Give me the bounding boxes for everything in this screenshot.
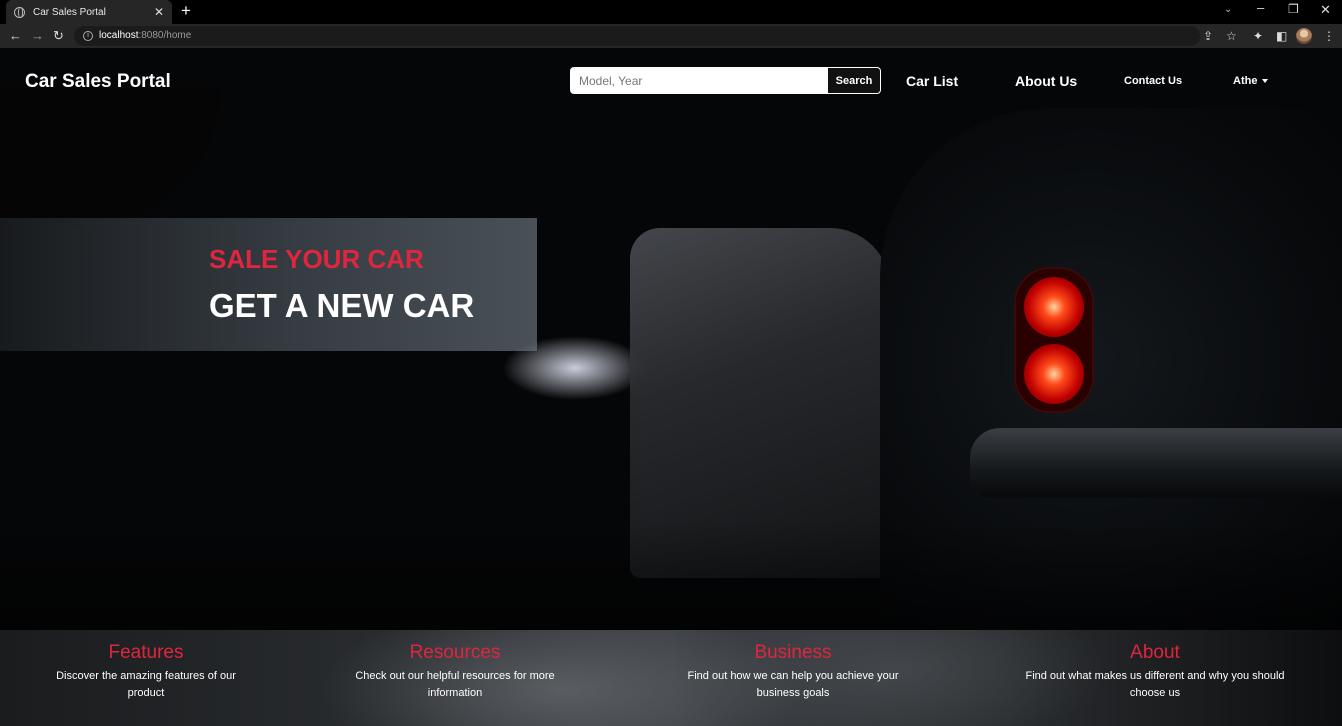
nav-car-list[interactable]: Car List — [906, 73, 958, 89]
nav-about-us[interactable]: About Us — [1015, 73, 1077, 89]
minimize-icon[interactable]: – — [1257, 0, 1264, 15]
hero-heading-buy: GET A NEW CAR — [209, 287, 475, 324]
info-features: Features Discover the amazing features o… — [46, 642, 246, 702]
side-panel-icon[interactable]: ◧ — [1276, 28, 1287, 44]
reload-icon[interactable]: ↻ — [53, 28, 64, 44]
info-about: About Find out what makes us different a… — [1014, 642, 1296, 702]
info-business-title[interactable]: Business — [680, 642, 906, 664]
info-resources: Resources Check out our helpful resource… — [346, 642, 564, 702]
search-button[interactable]: Search — [828, 67, 881, 94]
taillight-lamp — [1024, 277, 1084, 337]
background-car-silhouette — [0, 88, 220, 228]
info-business: Business Find out how we can help you ac… — [680, 642, 906, 702]
extensions-icon[interactable]: ✦ — [1253, 28, 1263, 44]
close-icon[interactable]: ✕ — [154, 6, 164, 18]
hero-heading-sale: SALE YOUR CAR — [209, 244, 424, 274]
info-resources-text: Check out our helpful resources for more… — [355, 670, 555, 699]
search-form: Search — [570, 67, 881, 94]
window-close-icon[interactable]: ✕ — [1320, 2, 1331, 18]
info-business-text: Find out how we can help you achieve you… — [687, 670, 899, 699]
browser-tab-bar: Car Sales Portal ✕ + ⌄ – ❐ ✕ — [0, 0, 1342, 24]
address-bar[interactable]: i localhost:8080/home — [74, 26, 1200, 46]
nav-contact-us[interactable]: Contact Us — [1124, 75, 1182, 87]
info-features-title[interactable]: Features — [46, 642, 246, 664]
back-icon[interactable]: ← — [9, 28, 22, 44]
info-icon[interactable]: i — [83, 31, 93, 41]
search-input[interactable] — [570, 67, 828, 94]
user-name: Athe — [1233, 75, 1258, 87]
chevron-down-icon[interactable]: ⌄ — [1224, 4, 1232, 15]
profile-avatar[interactable] — [1296, 28, 1312, 44]
info-resources-title[interactable]: Resources — [346, 642, 564, 664]
info-about-text: Find out what makes us different and why… — [1025, 670, 1285, 699]
brand-logo[interactable]: Car Sales Portal — [25, 71, 171, 93]
restore-icon[interactable]: ❐ — [1288, 2, 1299, 16]
forward-icon[interactable]: → — [31, 28, 44, 44]
hero-banner — [0, 218, 537, 351]
menu-icon[interactable]: ⋮ — [1323, 28, 1335, 44]
browser-toolbar: ← → ↻ i localhost:8080/home ⇪ ☆ ✦ ◧ ⋮ — [0, 24, 1342, 48]
url-text: localhost:8080/home — [99, 30, 191, 41]
url-path: :8080/home — [138, 30, 192, 41]
url-host: localhost — [99, 30, 139, 41]
background-taillight — [1014, 267, 1094, 413]
taillight-lamp — [1024, 344, 1084, 404]
info-features-text: Discover the amazing features of our pro… — [56, 670, 236, 699]
browser-tab[interactable]: Car Sales Portal ✕ — [6, 0, 172, 24]
info-about-title[interactable]: About — [1014, 642, 1296, 664]
hero-background: Car Sales Portal Search Car List About U… — [0, 48, 1342, 726]
caret-down-icon — [1262, 79, 1269, 84]
share-icon[interactable]: ⇪ — [1203, 28, 1213, 44]
plus-icon[interactable]: + — [181, 2, 191, 20]
star-icon[interactable]: ☆ — [1226, 28, 1237, 44]
tab-title: Car Sales Portal — [33, 6, 106, 18]
floor-shade — [0, 518, 1342, 638]
globe-icon — [14, 6, 25, 18]
background-car-bumper — [970, 428, 1342, 498]
user-dropdown[interactable]: Athe — [1233, 75, 1269, 87]
